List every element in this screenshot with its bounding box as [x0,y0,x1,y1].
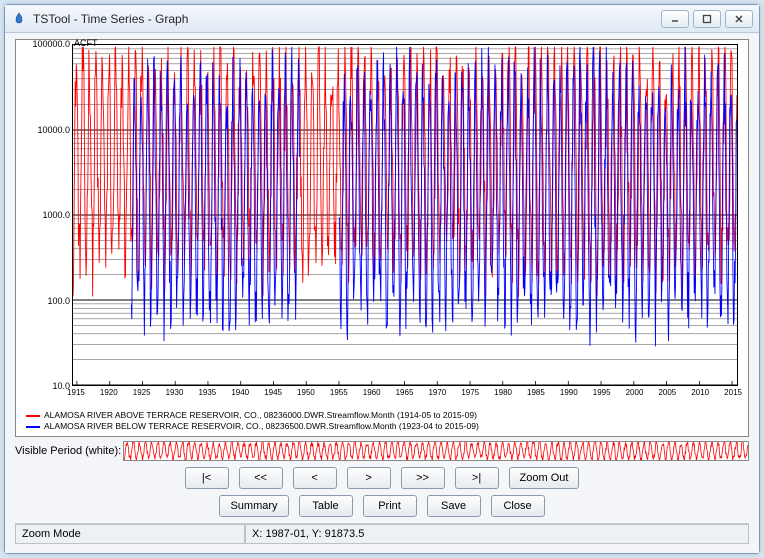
page-forward-button[interactable]: >> [401,467,445,489]
y-tick-label: 100000.0 [32,39,70,49]
x-tick-label: 1915 [67,388,85,397]
legend-entry: ALAMOSA RIVER ABOVE TERRACE RESERVOIR, C… [26,410,479,421]
table-button[interactable]: Table [299,495,353,517]
status-coordinates: X: 1987-01, Y: 91873.5 [245,524,749,544]
x-tick-label: 2015 [724,388,742,397]
x-tick-label: 1990 [560,388,578,397]
plot-area[interactable] [72,44,738,386]
step-forward-button[interactable]: > [347,467,391,489]
print-button[interactable]: Print [363,495,417,517]
legend-label: ALAMOSA RIVER ABOVE TERRACE RESERVOIR, C… [44,410,477,421]
x-tick-label: 1980 [494,388,512,397]
visible-period-row: Visible Period (white): [15,441,749,461]
visible-period-strip[interactable] [123,441,749,461]
x-tick-label: 1955 [330,388,348,397]
chart-panel[interactable]: ACFT ALAMOSA RIVER ABOVE TERRACE RESERVO… [15,39,749,437]
last-button[interactable]: >| [455,467,499,489]
maximize-button[interactable] [693,10,721,28]
x-tick-label: 1930 [166,388,184,397]
window-title: TSTool - Time Series - Graph [33,12,661,26]
page-back-button[interactable]: << [239,467,283,489]
status-mode: Zoom Mode [15,524,245,544]
legend-swatch [26,426,40,428]
status-bar: Zoom Mode X: 1987-01, Y: 91873.5 [15,523,749,544]
x-tick-label: 1960 [363,388,381,397]
minimize-button[interactable] [661,10,689,28]
x-tick-label: 1945 [264,388,282,397]
step-back-button[interactable]: < [293,467,337,489]
zoom-out-button[interactable]: Zoom Out [509,467,580,489]
save-button[interactable]: Save [427,495,481,517]
legend-entry: ALAMOSA RIVER BELOW TERRACE RESERVOIR, C… [26,421,479,432]
window-controls [661,10,753,28]
close-window-button[interactable]: Close [491,495,545,517]
x-tick-label: 1970 [428,388,446,397]
app-window: TSTool - Time Series - Graph ACFT ALAMOS… [4,4,760,554]
app-icon [11,11,27,27]
legend-swatch [26,415,40,417]
x-tick-label: 1995 [593,388,611,397]
x-tick-label: 2005 [658,388,676,397]
x-tick-label: 1985 [527,388,545,397]
y-tick-label: 1000.0 [42,210,70,220]
x-tick-label: 2000 [626,388,644,397]
x-tick-label: 1950 [297,388,315,397]
legend-label: ALAMOSA RIVER BELOW TERRACE RESERVOIR, C… [44,421,479,432]
titlebar: TSTool - Time Series - Graph [5,5,759,33]
x-tick-label: 1935 [198,388,216,397]
x-tick-label: 1920 [100,388,118,397]
close-button[interactable] [725,10,753,28]
x-tick-label: 2010 [691,388,709,397]
y-tick-label: 10000.0 [37,125,70,135]
visible-period-label: Visible Period (white): [15,445,121,457]
x-tick-label: 1925 [133,388,151,397]
content-area: ACFT ALAMOSA RIVER ABOVE TERRACE RESERVO… [5,33,759,553]
y-tick-label: 100.0 [47,296,70,306]
nav-button-row: |< << < > >> >| Zoom Out [15,467,749,489]
first-button[interactable]: |< [185,467,229,489]
x-tick-label: 1965 [396,388,414,397]
summary-button[interactable]: Summary [219,495,288,517]
x-tick-label: 1940 [231,388,249,397]
chart-legend: ALAMOSA RIVER ABOVE TERRACE RESERVOIR, C… [26,410,479,432]
action-button-row: Summary Table Print Save Close [15,495,749,517]
x-tick-label: 1975 [461,388,479,397]
